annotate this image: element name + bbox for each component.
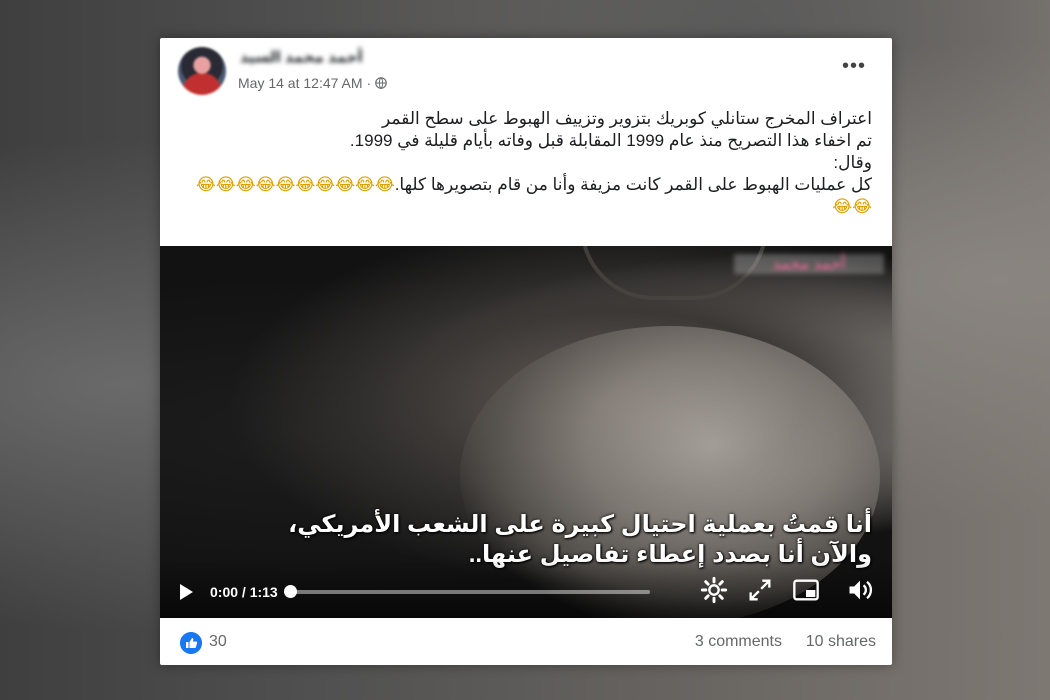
video-scrubber-handle[interactable] xyxy=(284,585,297,598)
post-footer: 30 3 comments 10 shares xyxy=(160,618,892,665)
post-text-line: اعتراف المخرج ستانلي كوبريك بتزوير وتزيي… xyxy=(382,109,872,128)
post-header: أحمد محمد السيد May 14 at 12:47 AM · ••• xyxy=(160,38,892,108)
author-name[interactable]: أحمد محمد السيد xyxy=(240,48,400,68)
facebook-post: أحمد محمد السيد May 14 at 12:47 AM · •••… xyxy=(160,38,892,665)
fullscreen-icon[interactable] xyxy=(746,576,774,604)
comments-link[interactable]: 3 comments xyxy=(695,633,782,651)
post-text-line: كل عمليات الهبوط على القمر كانت مزيفة وأ… xyxy=(172,174,872,196)
volume-icon[interactable] xyxy=(846,576,874,604)
post-meta: May 14 at 12:47 AM · xyxy=(238,75,388,91)
picture-in-picture-icon[interactable] xyxy=(792,576,820,604)
post-text-line: تم اخفاء هذا التصريح منذ عام 1999 المقاب… xyxy=(349,131,872,150)
laughing-emoji-run: 😂😂 xyxy=(832,197,872,216)
more-options-icon[interactable]: ••• xyxy=(842,56,866,76)
subtitle-line: أنا قمتُ بعملية احتيال كبيرة على الشعب ا… xyxy=(288,511,872,538)
video-progress-bar[interactable] xyxy=(290,590,650,594)
post-text-line: 😂😂 xyxy=(172,196,872,218)
settings-icon[interactable] xyxy=(700,576,728,604)
post-text-quote: كل عمليات الهبوط على القمر كانت مزيفة وأ… xyxy=(394,175,872,194)
post-text-line: وقال: xyxy=(833,153,872,172)
video-controls: 0:00 / 1:13 xyxy=(160,558,892,618)
shares-link[interactable]: 10 shares xyxy=(806,633,876,651)
play-icon[interactable] xyxy=(176,582,196,602)
video-time: 0:00 / 1:13 xyxy=(210,584,278,600)
avatar[interactable] xyxy=(178,47,226,95)
laughing-emoji-run: 😂😂😂😂😂😂😂😂😂😂 xyxy=(196,175,395,194)
post-timestamp[interactable]: May 14 at 12:47 AM xyxy=(238,75,363,91)
post-text: اعتراف المخرج ستانلي كوبريك بتزوير وتزيي… xyxy=(172,108,872,218)
video-player[interactable]: أحمد محمد أنا قمتُ بعملية احتيال كبيرة ع… xyxy=(160,246,892,618)
like-reaction-icon[interactable] xyxy=(180,632,202,654)
likes-count[interactable]: 30 xyxy=(209,633,227,651)
video-watermark: أحمد محمد xyxy=(734,254,884,274)
globe-icon xyxy=(375,77,388,89)
